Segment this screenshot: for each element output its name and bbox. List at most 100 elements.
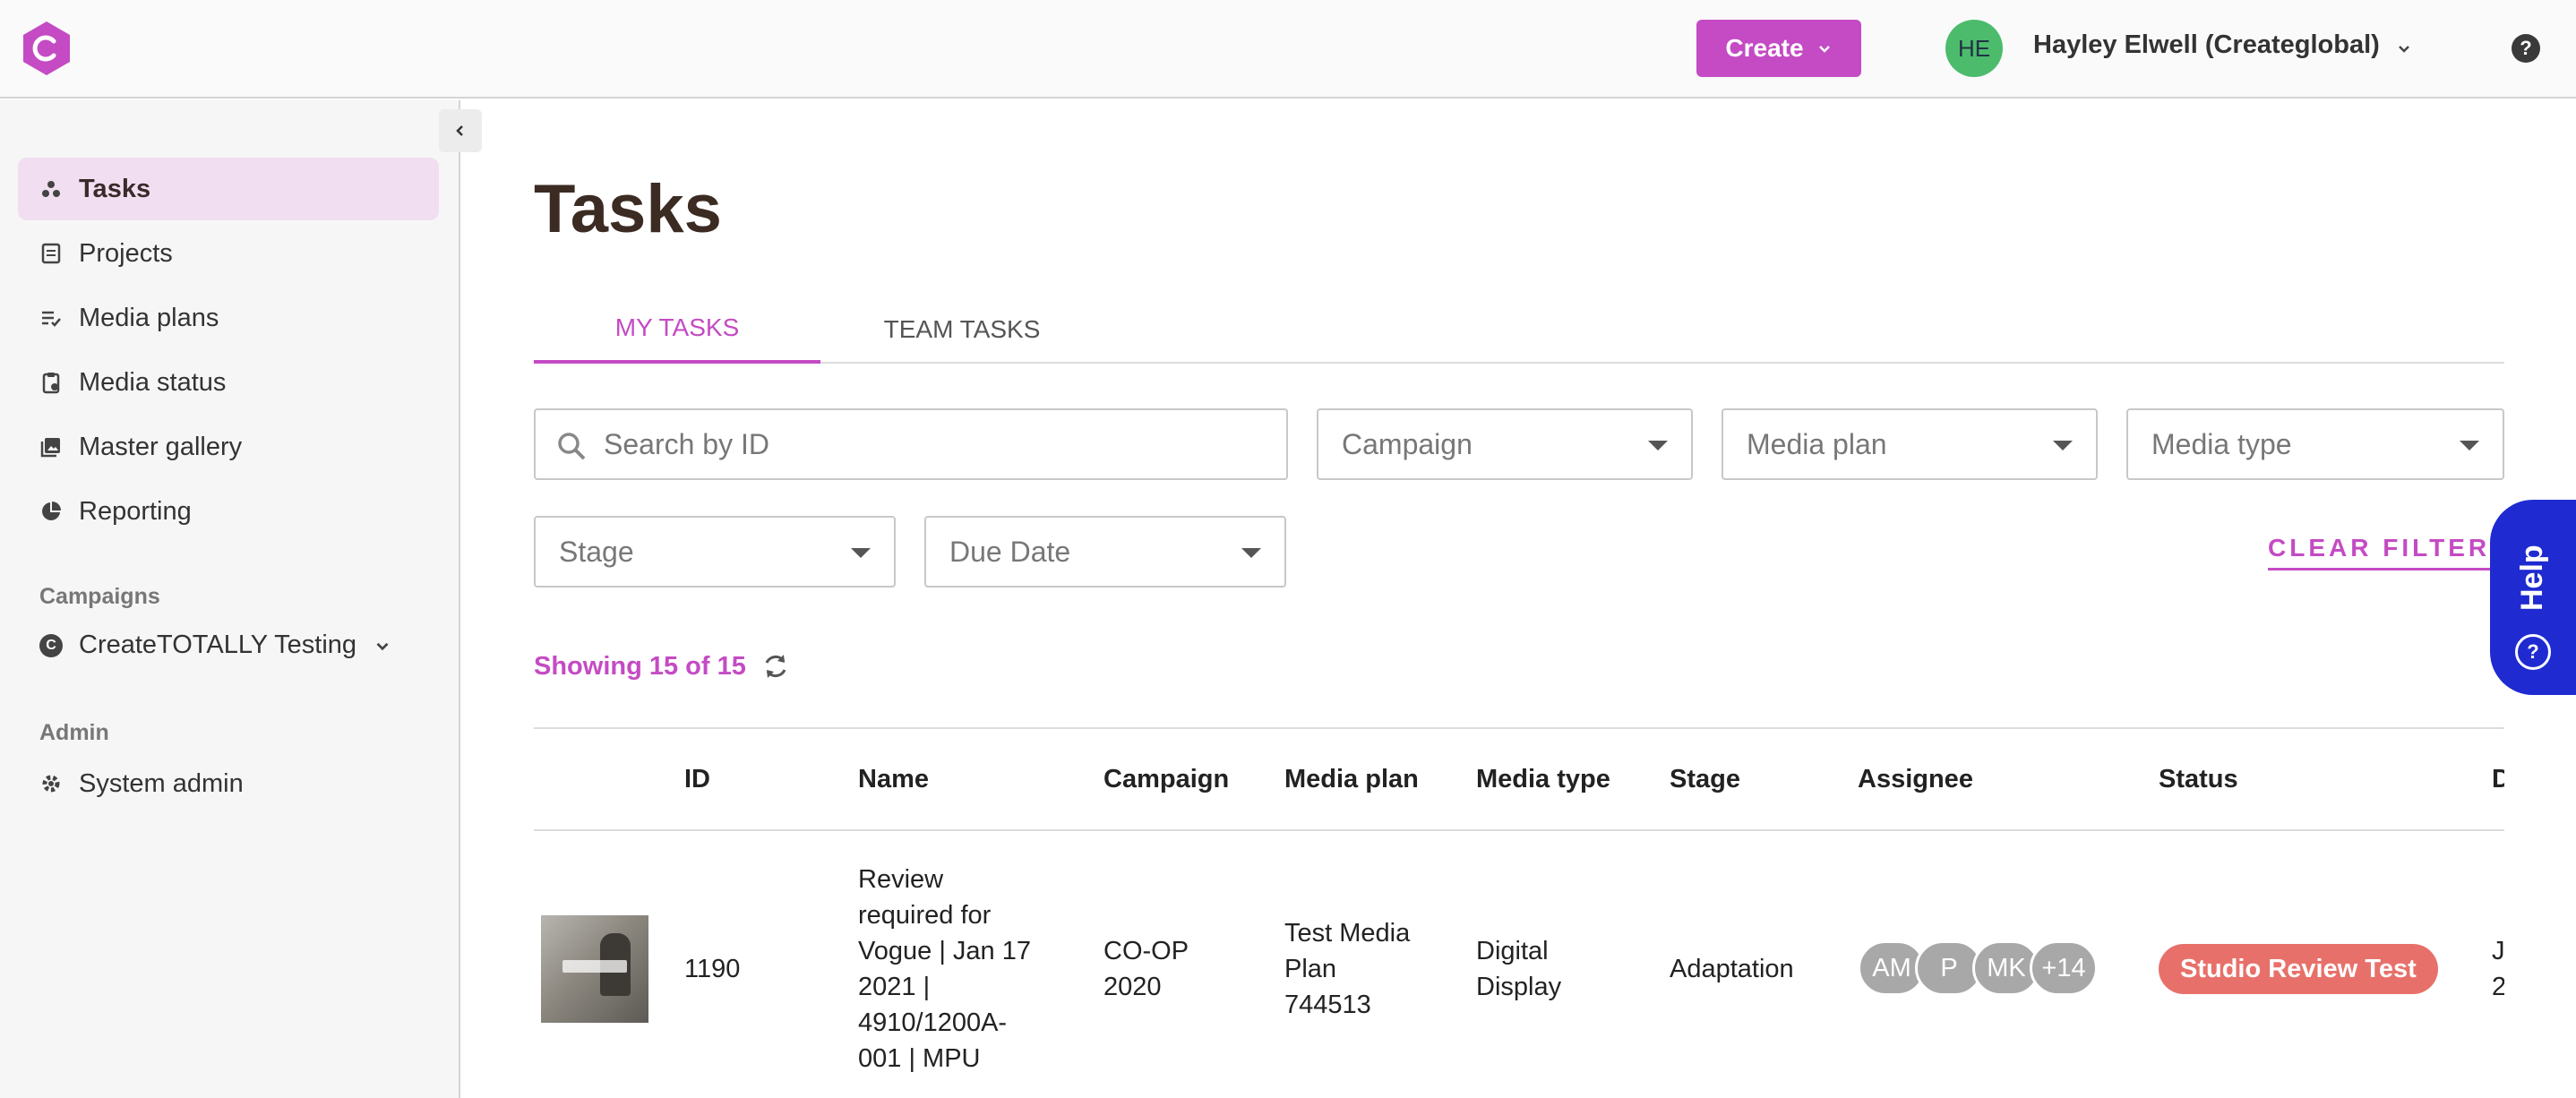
stage-select-label: Stage	[559, 535, 634, 568]
sidebar-item-master-gallery[interactable]: Master gallery	[18, 416, 439, 478]
cell-campaign: CO-OP 2020	[1103, 933, 1189, 1005]
sidebar-item-label: Tasks	[79, 174, 151, 203]
media-type-select[interactable]: Media type	[2126, 408, 2504, 480]
help-widget-button[interactable]: Help ?	[2490, 500, 2576, 695]
campaign-icon: C	[39, 633, 63, 657]
search-input[interactable]: Search by ID	[534, 408, 1288, 480]
cell-assignees[interactable]: AM P MK +14	[1858, 940, 2098, 996]
status-badge[interactable]: Studio Review Test	[2159, 944, 2438, 994]
sidebar-item-projects[interactable]: Projects	[18, 222, 439, 285]
media-plan-select-label: Media plan	[1747, 427, 1887, 460]
refresh-icon[interactable]	[760, 650, 792, 682]
task-thumbnail[interactable]	[541, 915, 648, 1023]
cell-campaign-line: 2020	[1103, 973, 1162, 1001]
user-menu-name[interactable]: Hayley Elwell (Createglobal)	[2033, 30, 2380, 60]
cell-name-line: required for	[858, 901, 992, 930]
list-check-icon	[42, 311, 61, 327]
cell-due-date: J 2	[2492, 933, 2504, 1005]
tab-my-tasks[interactable]: MY TASKS	[534, 296, 820, 364]
column-header-status[interactable]: Status	[2159, 765, 2238, 794]
sidebar-campaign-selector[interactable]: C CreateTOTALLY Testing	[39, 630, 392, 660]
column-header-assignee[interactable]: Assignee	[1858, 765, 1973, 794]
column-header-campaign[interactable]: Campaign	[1103, 765, 1229, 794]
column-header-id[interactable]: ID	[684, 765, 710, 794]
sidebar-item-media-plans[interactable]: Media plans	[18, 287, 439, 349]
cell-media-plan: Test Media Plan 744513	[1284, 915, 1410, 1023]
collapse-sidebar-button[interactable]	[439, 109, 482, 152]
sidebar-item-label: Media plans	[79, 303, 219, 332]
cell-name-line: Vogue | Jan 17	[858, 937, 1031, 965]
avatar[interactable]: HE	[1945, 20, 2003, 77]
thumbnail-brand-mark	[562, 960, 627, 973]
search-icon	[558, 433, 586, 460]
media-plan-select[interactable]: Media plan	[1722, 408, 2098, 480]
chevron-down-icon	[1818, 46, 1830, 53]
cell-media-type-line: Display	[1476, 973, 1562, 1001]
stage-select[interactable]: Stage	[534, 516, 896, 588]
question-circle-icon[interactable]: ?	[2512, 34, 2540, 63]
cell-media-type-line: Digital	[1476, 937, 1549, 965]
caret-down-icon	[1241, 548, 1261, 558]
sidebar-item-label: Reporting	[79, 496, 192, 526]
campaign-select[interactable]: Campaign	[1317, 408, 1693, 480]
sidebar-item-media-status[interactable]: Media status	[18, 351, 439, 414]
cell-name[interactable]: Review required for Vogue | Jan 17 2021 …	[858, 862, 1064, 1077]
cell-media-plan-line: Plan	[1284, 955, 1337, 983]
due-date-select-label: Due Date	[949, 535, 1071, 568]
clear-filters-button[interactable]: CLEAR FILTERS	[2268, 534, 2511, 570]
create-button[interactable]: Create	[1696, 20, 1861, 77]
chevron-down-icon[interactable]	[2395, 39, 2413, 57]
due-date-select[interactable]: Due Date	[924, 516, 1286, 588]
cell-campaign-line: CO-OP	[1103, 937, 1189, 965]
media-type-select-label: Media type	[2151, 427, 2292, 460]
cell-name-line: 001 | MPU	[858, 1044, 981, 1073]
sidebar-item-tasks[interactable]: Tasks	[18, 158, 439, 220]
column-header-name[interactable]: Name	[858, 765, 929, 794]
caret-down-icon	[851, 548, 871, 558]
column-header-media-type[interactable]: Media type	[1476, 765, 1610, 794]
cell-media-plan-line: Test Media	[1284, 919, 1411, 948]
cell-id[interactable]: 1190	[684, 951, 740, 987]
tabs: MY TASKS TEAM TASKS	[534, 296, 2504, 364]
section-label-campaigns: Campaigns	[39, 584, 160, 609]
assignee-more[interactable]: +14	[2030, 940, 2098, 996]
search-placeholder: Search by ID	[604, 427, 769, 460]
sidebar-item-label: Master gallery	[79, 432, 243, 461]
column-header-due[interactable]: D	[2492, 765, 2504, 794]
chevron-down-icon	[376, 642, 389, 650]
cell-name-line: 2021 |	[858, 973, 931, 1001]
sidebar-item-label: System admin	[79, 768, 244, 798]
pie-chart-icon	[42, 502, 61, 520]
tab-team-tasks[interactable]: TEAM TASKS	[820, 296, 1103, 364]
tasks-icon	[42, 181, 60, 197]
caret-down-icon	[1648, 441, 1668, 450]
sidebar-item-system-admin[interactable]: System admin	[18, 752, 439, 815]
top-bar: Create HE Hayley Elwell (Createglobal) ?	[0, 0, 2576, 99]
cell-name-line: Review	[858, 865, 944, 894]
cell-due-line: 2	[2492, 973, 2504, 1001]
caret-down-icon	[2460, 441, 2479, 450]
chevron-left-icon	[456, 125, 463, 136]
table-header-divider	[534, 829, 2504, 831]
column-header-stage[interactable]: Stage	[1670, 765, 1740, 794]
cell-due-line: J	[2492, 937, 2504, 965]
section-label-admin: Admin	[39, 720, 109, 745]
cell-media-type: Digital Display	[1476, 933, 1561, 1005]
gallery-icon	[40, 438, 60, 458]
createtotally-logo-icon[interactable]	[18, 20, 75, 77]
page-title: Tasks	[534, 171, 722, 247]
campaign-name: CreateTOTALLY Testing	[79, 630, 357, 659]
cell-media-plan-line: 744513	[1284, 991, 1371, 1019]
clipboard-icon	[42, 373, 60, 394]
table-divider	[534, 727, 2504, 729]
results-count: Showing 15 of 15	[534, 652, 746, 681]
gear-icon	[42, 775, 60, 793]
cell-stage: Adaptation	[1670, 955, 1794, 983]
document-icon	[41, 243, 61, 264]
column-header-media-plan[interactable]: Media plan	[1284, 765, 1419, 794]
question-circle-icon: ?	[2515, 634, 2551, 670]
help-label: Help	[2515, 545, 2549, 611]
sidebar-item-label: Projects	[79, 238, 173, 268]
sidebar-item-label: Media status	[79, 367, 227, 397]
sidebar-item-reporting[interactable]: Reporting	[18, 480, 439, 543]
